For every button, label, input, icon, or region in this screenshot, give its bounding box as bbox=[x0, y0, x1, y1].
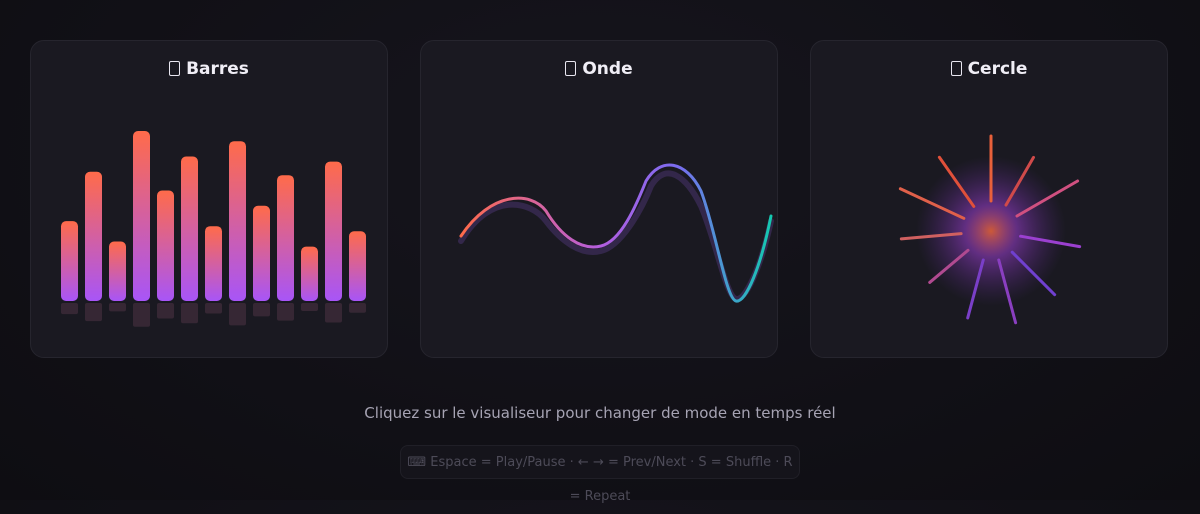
bar-reflection bbox=[109, 303, 126, 312]
bar bbox=[277, 175, 294, 301]
wave-visualizer bbox=[458, 163, 774, 303]
bar bbox=[325, 161, 342, 301]
bar-reflection bbox=[349, 303, 366, 313]
bar bbox=[133, 131, 150, 301]
bar-reflection bbox=[133, 303, 150, 327]
bar-reflection bbox=[181, 303, 198, 324]
bar-reflection bbox=[205, 303, 222, 314]
bar-reflection bbox=[229, 303, 246, 326]
bar-reflection bbox=[253, 303, 270, 317]
bar bbox=[205, 226, 222, 301]
bar-reflection bbox=[61, 303, 78, 315]
bar bbox=[301, 246, 318, 301]
bar-reflection bbox=[157, 303, 174, 319]
bar bbox=[229, 141, 246, 301]
bar-reflection bbox=[301, 303, 318, 311]
mode-change-caption: Cliquez sur le visualiseur pour changer … bbox=[364, 404, 836, 422]
bar bbox=[181, 156, 198, 301]
wave-visualizer-card[interactable]: Onde bbox=[420, 40, 778, 358]
bars-visualizer bbox=[61, 131, 366, 327]
bar bbox=[61, 221, 78, 301]
bar-reflection bbox=[325, 303, 342, 323]
bar bbox=[157, 190, 174, 301]
bar-reflection bbox=[85, 303, 102, 322]
circle-visualizer-card[interactable]: Cercle bbox=[810, 40, 1168, 358]
keyboard-shortcuts-hint: ⌨ Espace = Play/Pause · ← → = Prev/Next … bbox=[400, 445, 800, 504]
bar bbox=[85, 171, 102, 301]
bars-visualizer-card[interactable]: Barres bbox=[30, 40, 388, 358]
bar bbox=[253, 205, 270, 301]
circle-visualizer bbox=[898, 134, 1082, 325]
bar bbox=[349, 231, 366, 301]
wave-line bbox=[459, 163, 773, 303]
bar bbox=[109, 241, 126, 301]
bar-reflection bbox=[277, 303, 294, 321]
